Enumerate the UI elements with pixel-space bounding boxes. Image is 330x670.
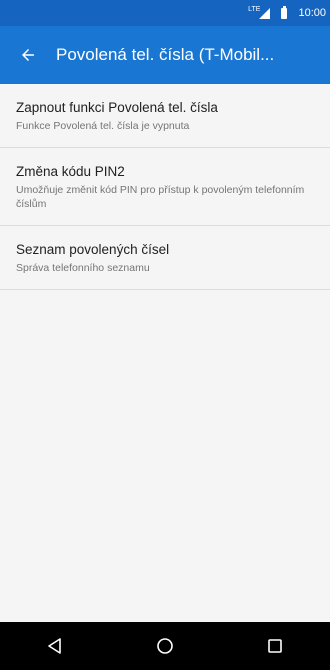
list-item-title: Změna kódu PIN2 <box>16 164 125 179</box>
list-item-enable-fdn[interactable]: Zapnout funkci Povolená tel. čísla Funkc… <box>0 84 330 148</box>
arrow-left-icon <box>22 49 34 61</box>
list-item-subtitle: Umožňuje změnit kód PIN pro přístup k po… <box>16 184 305 210</box>
page-title: Povolená tel. čísla (T-Mobil... <box>56 45 275 64</box>
list-item-change-pin2[interactable]: Změna kódu PIN2 Umožňuje změnit kód PIN … <box>0 148 330 226</box>
battery-icon <box>281 5 288 19</box>
home-circle-icon <box>157 638 173 654</box>
nav-home-button[interactable] <box>135 622 195 670</box>
nav-recents-button[interactable] <box>245 622 305 670</box>
list-item-fdn-list[interactable]: Seznam povolených čísel Správa telefonní… <box>0 226 330 290</box>
list-item-subtitle: Správa telefonního seznamu <box>16 262 150 274</box>
back-triangle-icon <box>48 638 61 654</box>
status-bar: LTE 10:00 <box>0 0 330 26</box>
network-type: LTE <box>248 5 261 13</box>
settings-list: Zapnout funkci Povolená tel. čísla Funkc… <box>0 84 330 290</box>
list-item-subtitle: Funkce Povolená tel. čísla je vypnuta <box>16 120 190 132</box>
clock: 10:00 <box>298 7 326 19</box>
navigation-bar <box>0 622 330 670</box>
signal-icon <box>259 7 271 19</box>
list-item-title: Zapnout funkci Povolená tel. čísla <box>16 100 218 115</box>
back-arrow-icon[interactable] <box>0 26 56 84</box>
app-bar: Povolená tel. čísla (T-Mobil... <box>0 26 330 84</box>
nav-back-button[interactable] <box>25 622 85 670</box>
list-item-title: Seznam povolených čísel <box>16 242 170 257</box>
recents-square-icon <box>268 639 282 653</box>
